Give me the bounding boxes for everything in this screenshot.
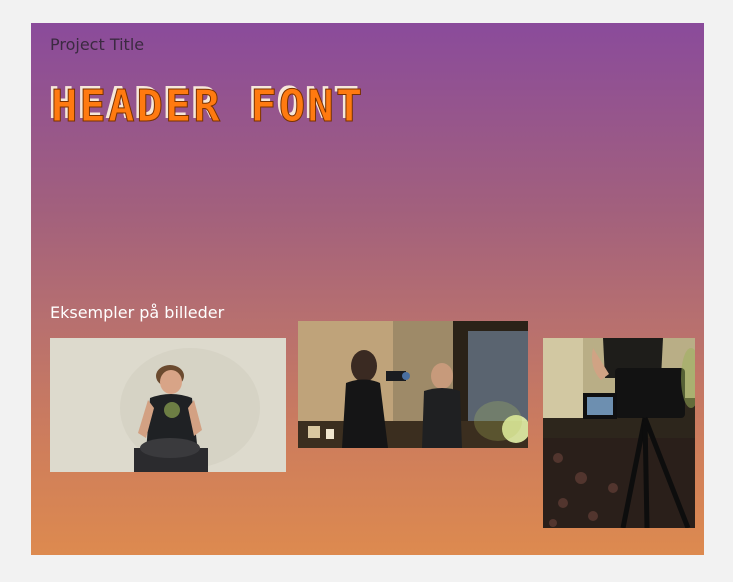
photo-camera-tripod — [543, 338, 695, 528]
header-font-heading: HEADER FONT — [50, 81, 365, 133]
photo-person-sitting-image — [50, 338, 286, 472]
photo-person-filming — [298, 321, 528, 448]
photo-camera-tripod-image — [543, 338, 695, 528]
project-title: Project Title — [50, 35, 145, 54]
examples-label: Eksempler på billeder — [50, 303, 225, 322]
photo-person-sitting — [50, 338, 286, 472]
photo-person-filming-image — [298, 321, 528, 448]
presentation-slide: Project Title HEADER FONT Eksempler på b… — [31, 23, 704, 555]
